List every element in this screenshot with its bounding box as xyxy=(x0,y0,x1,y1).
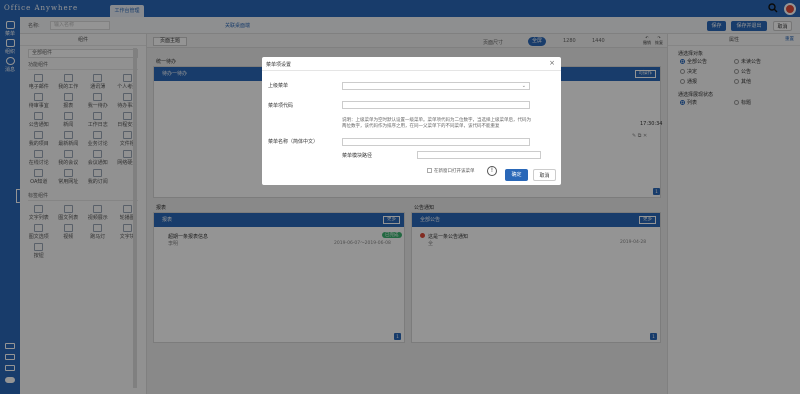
dialog-cancel-button[interactable]: 取消 xyxy=(533,169,556,181)
parent-menu-select[interactable]: ⌄ xyxy=(342,82,530,90)
dialog-header: 菜单项设置 × xyxy=(262,57,561,71)
menu-code-label: 菜单项代码 xyxy=(268,103,294,109)
new-window-checkbox[interactable]: 在新窗口打开该菜单 xyxy=(427,168,475,174)
menu-settings-dialog: 菜单项设置 × 上级菜单 ⌄ 菜单项代码 说明：上级菜单为空时默认设置一级菜单。… xyxy=(262,57,561,185)
confirm-button[interactable]: 确定 xyxy=(505,169,528,181)
menu-code-input[interactable] xyxy=(342,101,530,109)
parent-menu-label: 上级菜单 xyxy=(268,83,289,89)
menu-name-label: 菜单名称（简体中文） xyxy=(268,139,319,145)
module-path-label: 菜单模块路径 xyxy=(342,153,373,159)
module-path-input[interactable] xyxy=(417,151,541,159)
chevron-down-icon: ⌄ xyxy=(521,83,526,89)
menu-name-input[interactable] xyxy=(342,138,530,146)
menu-code-help: 说明：上级菜单为空时默认设置一级菜单。菜单项代码为二位数字，当选择上级菜单后，代… xyxy=(342,118,531,129)
dialog-title: 菜单项设置 xyxy=(266,62,292,68)
checkbox-icon xyxy=(427,168,432,173)
info-icon[interactable]: ! xyxy=(487,166,497,176)
close-icon[interactable]: × xyxy=(549,59,555,67)
